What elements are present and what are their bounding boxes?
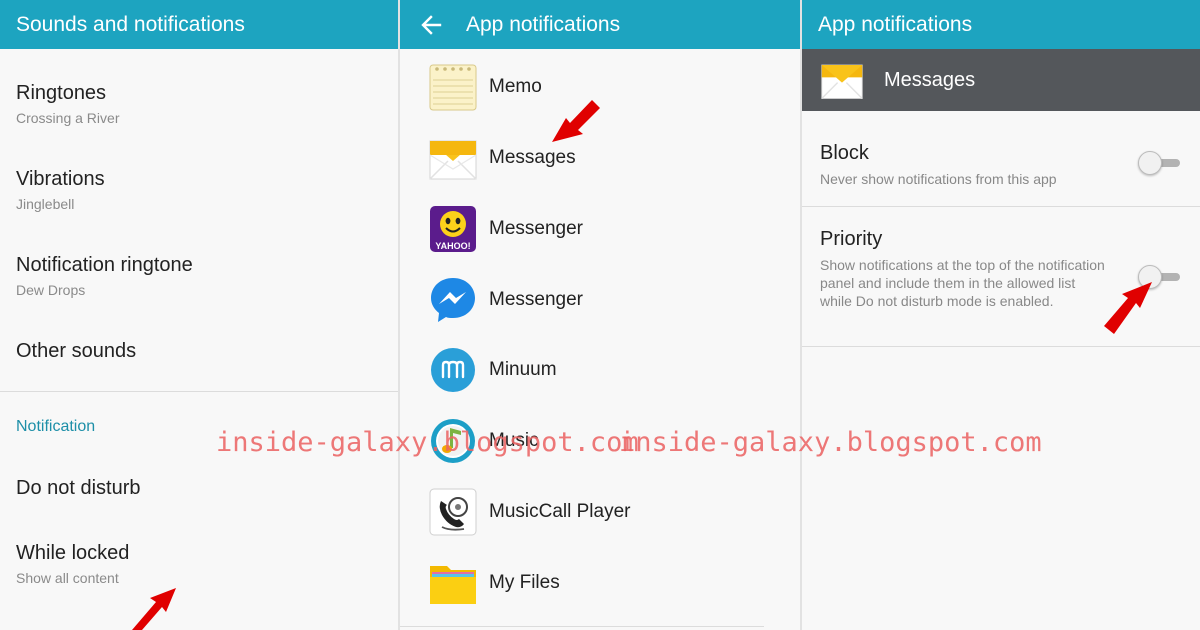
screen-title: App notifications — [818, 12, 973, 36]
settings-item-other-sounds[interactable]: Other sounds — [16, 340, 398, 363]
settings-item-notification-ringtone[interactable]: Notification ringtone Dew Drops — [16, 254, 398, 298]
item-title: Do not disturb — [16, 477, 141, 499]
item-title: Vibrations — [16, 168, 105, 190]
app-name: Minuum — [489, 359, 557, 380]
musiccall-player-icon — [428, 487, 478, 537]
sounds-notifications-panel: Sounds and notifications Ringtones Cross… — [0, 0, 398, 630]
yahoo-logo-text: YAHOO! — [435, 241, 470, 251]
screen-title: Sounds and notifications — [16, 12, 245, 36]
screen-title: App notifications — [466, 12, 621, 36]
item-subtitle: Dew Drops — [16, 282, 86, 298]
app-bar: Sounds and notifications — [0, 0, 398, 49]
settings-item-vibrations[interactable]: Vibrations Jinglebell — [16, 168, 398, 212]
messages-icon — [428, 133, 478, 183]
folder-icon — [428, 558, 478, 608]
app-name: Messenger — [489, 289, 583, 310]
memo-icon — [428, 62, 478, 112]
app-name: My Files — [489, 572, 560, 593]
item-title: Other sounds — [16, 340, 137, 362]
app-name: MusicCall Player — [489, 501, 631, 522]
app-notifications-list-panel: App notifications Memo Messages YAHOO! M… — [400, 0, 800, 630]
setting-description: Never show notifications from this app — [820, 171, 1057, 187]
app-row-my-files[interactable]: My Files — [400, 548, 800, 618]
watermark-text: inside-galaxy.blogspot.com — [619, 427, 1042, 458]
item-title: Ringtones — [16, 82, 107, 104]
app-row-minuum[interactable]: Minuum — [400, 335, 800, 405]
item-title: While locked — [16, 542, 130, 564]
item-subtitle: Jinglebell — [16, 196, 75, 212]
item-subtitle: Show all content — [16, 570, 119, 586]
app-name: Memo — [489, 76, 542, 97]
facebook-messenger-icon — [428, 275, 478, 325]
app-bar: App notifications — [802, 0, 1200, 49]
item-subtitle: Crossing a River — [16, 110, 120, 126]
app-row-yahoo-messenger[interactable]: YAHOO! Messenger — [400, 194, 800, 264]
minuum-icon — [428, 345, 478, 395]
settings-item-ringtones[interactable]: Ringtones Crossing a River — [16, 82, 398, 126]
annotation-arrow-icon — [1104, 282, 1152, 334]
setting-title: Block — [820, 142, 869, 164]
app-header: Messages — [802, 49, 1200, 111]
annotation-arrow-icon — [552, 100, 600, 142]
app-bar: App notifications — [400, 0, 800, 49]
messages-icon — [820, 58, 864, 102]
app-header-name: Messages — [884, 68, 976, 91]
setting-description: Show notifications at the top of the not… — [820, 257, 1105, 309]
back-arrow-icon[interactable] — [420, 0, 452, 49]
annotation-arrow-icon — [132, 588, 176, 630]
settings-item-do-not-disturb[interactable]: Do not disturb — [16, 477, 398, 500]
watermark-text: inside-galaxy.blogspot.com — [216, 427, 639, 458]
setting-block[interactable]: Block Never show notifications from this… — [802, 111, 1200, 207]
app-row-facebook-messenger[interactable]: Messenger — [400, 265, 800, 335]
setting-title: Priority — [820, 228, 883, 250]
settings-item-while-locked[interactable]: While locked Show all content — [16, 542, 398, 586]
block-toggle[interactable] — [1138, 149, 1182, 177]
yahoo-messenger-icon: YAHOO! — [428, 204, 478, 254]
app-name: Messages — [489, 147, 576, 168]
category-header: Notification — [16, 418, 96, 435]
app-name: Messenger — [489, 218, 583, 239]
item-title: Notification ringtone — [16, 254, 193, 276]
app-row-musiccall-player[interactable]: MusicCall Player — [400, 477, 800, 547]
list-divider — [400, 626, 764, 627]
section-divider — [0, 391, 398, 392]
